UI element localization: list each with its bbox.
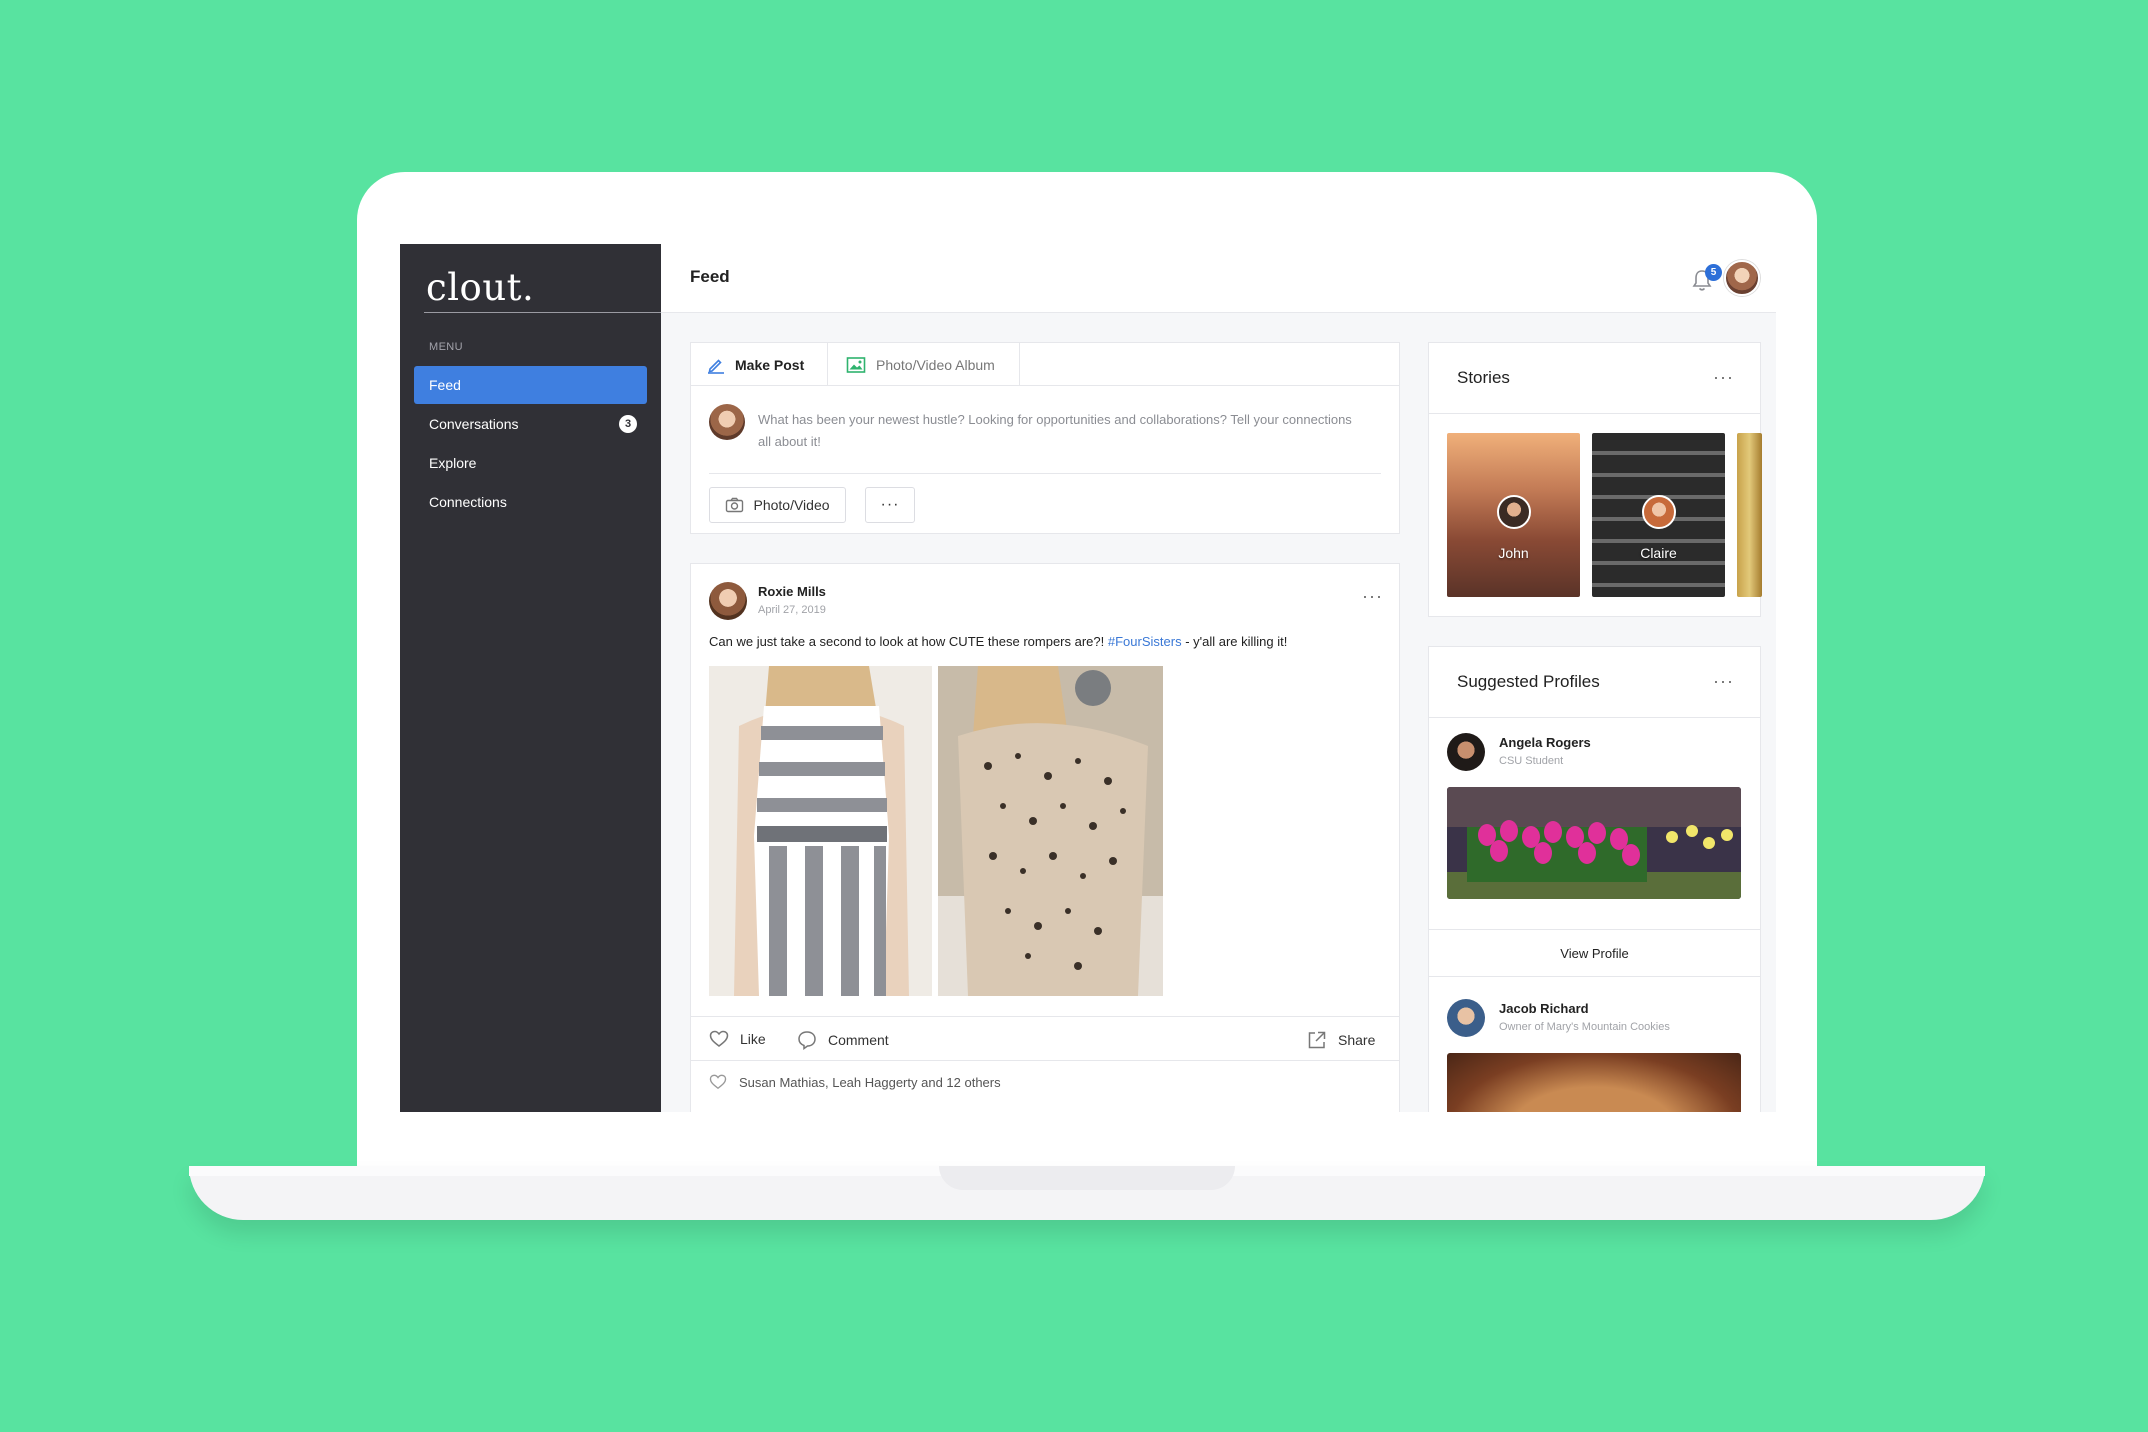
post-date: April 27, 2019 <box>758 604 826 616</box>
page-title: Feed <box>690 267 730 286</box>
story-claire[interactable]: Claire <box>1592 433 1725 597</box>
tab-label: Make Post <box>735 356 805 373</box>
profile-cover-tulips <box>1447 787 1741 899</box>
suggested-header: Suggested Profiles ··· <box>1429 647 1760 718</box>
sidebar-item-label: Explore <box>429 455 477 471</box>
camera-icon <box>726 497 744 513</box>
share-label: Share <box>1338 1032 1376 1048</box>
profile-subtitle: Owner of Mary's Mountain Cookies <box>1499 1021 1670 1033</box>
tab-label: Photo/Video Album <box>876 356 995 373</box>
stories-title: Stories <box>1457 368 1510 387</box>
sidebar-item-connections[interactable]: Connections <box>414 483 647 521</box>
suggested-title: Suggested Profiles <box>1457 672 1600 691</box>
comment-button[interactable]: Comment <box>797 1030 889 1050</box>
like-button[interactable]: Like <box>709 1030 766 1048</box>
composer-avatar <box>709 404 745 440</box>
top-bar: Feed 5 <box>661 244 1776 313</box>
post-more-button[interactable]: ··· <box>1362 586 1383 607</box>
sidebar-item-feed[interactable]: Feed <box>414 366 647 404</box>
sidebar-item-explore[interactable]: Explore <box>414 444 647 482</box>
leopard-romper-image <box>938 666 1163 996</box>
profile-name[interactable]: Jacob Richard <box>1499 1001 1589 1016</box>
post-divider <box>691 1060 1399 1061</box>
post-author-avatar[interactable] <box>709 582 747 620</box>
post-author-name[interactable]: Roxie Mills <box>758 584 826 599</box>
story-name: Claire <box>1640 545 1677 561</box>
tab-photo-album[interactable]: Photo/Video Album <box>828 343 1020 386</box>
photo-video-label: Photo/Video <box>753 497 830 513</box>
post-divider <box>691 1016 1399 1017</box>
sidebar-item-label: Connections <box>429 494 507 510</box>
photo-video-button[interactable]: Photo/Video <box>709 487 846 523</box>
comment-icon <box>798 1031 816 1050</box>
story-john[interactable]: John <box>1447 433 1580 597</box>
post-text: Can we just take a second to look at how… <box>709 634 1287 649</box>
composer-tabs: Make Post Photo/Video Album <box>691 343 1399 386</box>
image-icon <box>846 356 866 373</box>
app-screen: clout. MENU Feed Conversations 3 Explore… <box>400 244 1776 1112</box>
conversations-count-badge: 3 <box>619 415 637 433</box>
view-profile-button[interactable]: View Profile <box>1429 929 1760 977</box>
heart-icon <box>709 1074 727 1090</box>
sidebar-item-label: Feed <box>429 377 461 393</box>
sidebar: clout. MENU Feed Conversations 3 Explore… <box>400 244 661 1112</box>
suggested-profiles-card: Suggested Profiles ··· Angela Rogers CSU… <box>1428 646 1761 1112</box>
post-photo-striped-romper[interactable] <box>709 666 932 996</box>
stories-card: Stories ··· John Claire <box>1428 342 1762 617</box>
user-avatar[interactable] <box>1724 260 1760 296</box>
story-name: John <box>1498 545 1529 561</box>
post-photo-leopard-romper[interactable] <box>938 666 1163 996</box>
composer-input[interactable]: What has been your newest hustle? Lookin… <box>758 409 1358 453</box>
post-composer: Make Post Photo/Video Album What has bee… <box>690 342 1400 534</box>
like-label: Like <box>740 1031 766 1047</box>
composer-divider <box>709 473 1381 474</box>
composer-more-button[interactable]: ··· <box>865 487 915 523</box>
menu-label: MENU <box>429 341 463 353</box>
profile-subtitle: CSU Student <box>1499 755 1564 767</box>
stories-header: Stories ··· <box>1429 343 1760 414</box>
stories-more-button[interactable]: ··· <box>1713 367 1734 388</box>
profile-avatar[interactable] <box>1447 733 1485 771</box>
profile-cover-cookies <box>1447 1053 1741 1112</box>
striped-romper-image <box>709 666 932 996</box>
comment-label: Comment <box>828 1032 889 1048</box>
story-partial[interactable] <box>1737 433 1762 597</box>
tab-make-post[interactable]: Make Post <box>691 343 828 386</box>
sidebar-item-conversations[interactable]: Conversations 3 <box>414 405 647 443</box>
profile-avatar[interactable] <box>1447 999 1485 1037</box>
profile-name[interactable]: Angela Rogers <box>1499 735 1591 750</box>
tulips-image <box>1447 787 1741 899</box>
share-button[interactable]: Share <box>1307 1030 1375 1050</box>
share-icon <box>1308 1031 1326 1049</box>
feed-post: Roxie Mills April 27, 2019 ··· Can we ju… <box>690 563 1400 1112</box>
pencil-icon <box>708 358 724 374</box>
story-avatar <box>1496 495 1531 529</box>
laptop-notch <box>939 1166 1235 1190</box>
notification-badge: 5 <box>1705 264 1722 281</box>
post-text-start: Can we just take a second to look at how… <box>709 634 1108 649</box>
story-avatar <box>1641 495 1676 529</box>
post-text-end: - y'all are killing it! <box>1181 634 1288 649</box>
likes-summary-text: Susan Mathias, Leah Haggerty and 12 othe… <box>739 1074 1001 1090</box>
likes-summary[interactable]: Susan Mathias, Leah Haggerty and 12 othe… <box>709 1074 1001 1090</box>
app-logo[interactable]: clout. <box>426 266 534 309</box>
sidebar-item-label: Conversations <box>429 416 519 432</box>
post-hashtag[interactable]: #FourSisters <box>1108 634 1182 649</box>
suggested-more-button[interactable]: ··· <box>1713 671 1734 692</box>
heart-icon <box>709 1030 729 1047</box>
logo-divider <box>424 312 661 313</box>
